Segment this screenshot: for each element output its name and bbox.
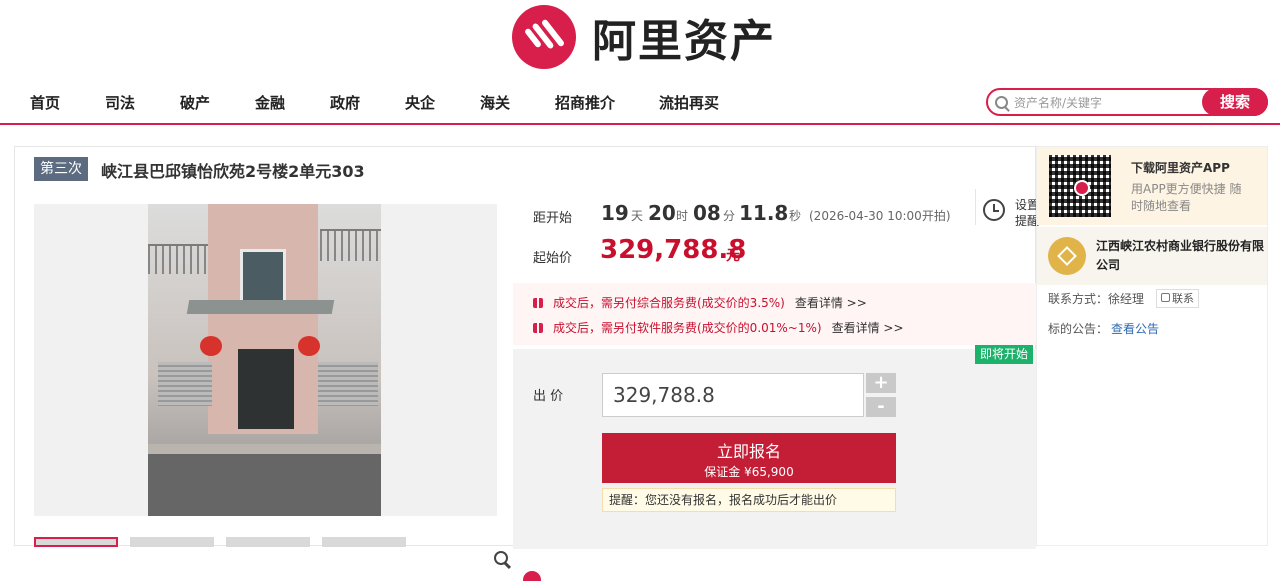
countdown-hours-unit: 时 [676, 209, 689, 223]
start-time-note: (2026-04-30 10:00开拍) [809, 209, 951, 223]
reminder-button[interactable]: 设置提醒 [983, 191, 1043, 231]
register-button[interactable]: 立即报名 保证金 ¥65,900 [602, 433, 896, 483]
app-download-desc: 用APP更方便快捷 随时随地查看 [1131, 182, 1242, 213]
phone-icon [1161, 293, 1170, 302]
search-box: 搜索 [986, 88, 1268, 116]
status-badge: 即将开始 [974, 345, 1033, 364]
countdown-minutes: 08 [693, 201, 721, 225]
gift-icon [533, 298, 543, 308]
search-button[interactable]: 搜索 [1202, 88, 1268, 116]
nav-item-customs[interactable]: 海关 [480, 92, 510, 113]
brand-logo[interactable]: 阿里资产 [512, 5, 776, 69]
start-price: 329,788.8 [600, 235, 747, 265]
brand-name: 阿里资产 [592, 16, 776, 67]
nav-item-judicial[interactable]: 司法 [105, 92, 135, 113]
brand-mark-icon [523, 571, 541, 581]
thumbnail[interactable] [130, 537, 214, 547]
nav-item-government[interactable]: 政府 [330, 92, 360, 113]
alarm-clock-icon [983, 199, 1005, 221]
divider [975, 189, 976, 225]
bid-amount-input[interactable] [602, 373, 864, 417]
nav-item-rebuy[interactable]: 流拍再买 [659, 92, 719, 113]
fee-item: 成交后，需另付软件服务费(成交价的0.01%~1%) 查看详情 >> [533, 319, 904, 336]
round-badge: 第三次 [34, 157, 88, 181]
thumbnail[interactable] [34, 537, 118, 547]
bank-logo-icon [1048, 237, 1086, 275]
fee-details-link[interactable]: 查看详情 >> [795, 296, 867, 310]
disposal-institution: 江西峡江农村商业银行股份有限公司 [1037, 227, 1267, 285]
nav-item-home[interactable]: 首页 [30, 92, 60, 113]
nav-item-soe[interactable]: 央企 [405, 92, 435, 113]
countdown-days: 19 [601, 201, 629, 225]
qr-code [1049, 155, 1111, 217]
nav-item-investment[interactable]: 招商推介 [555, 92, 615, 113]
app-download-box: 下载阿里资产APP 用APP更方便快捷 随时随地查看 [1037, 147, 1267, 225]
bid-box: 即将开始 出 价 + - 立即报名 保证金 ¥65,900 提醒：您还没有报名，… [513, 345, 1036, 549]
view-notice-link[interactable]: 查看公告 [1111, 320, 1159, 337]
register-label: 立即报名 [716, 442, 781, 461]
search-input[interactable] [1014, 93, 1184, 113]
sidebar: 下载阿里资产APP 用APP更方便快捷 随时随地查看 江西峡江农村商业银行股份有… [1036, 146, 1268, 546]
increase-bid-button[interactable]: + [866, 373, 896, 393]
bid-label: 出 价 [533, 389, 564, 404]
countdown-minutes-unit: 分 [723, 209, 736, 223]
nav-item-finance[interactable]: 金融 [255, 92, 285, 113]
property-photo [148, 204, 381, 516]
countdown-label: 距开始 [533, 211, 573, 226]
countdown-days-unit: 天 [631, 209, 644, 223]
countdown-hours: 20 [648, 201, 676, 225]
price-unit: 元 [726, 248, 740, 264]
thumbnail[interactable] [226, 537, 310, 547]
search-icon [995, 96, 1008, 109]
zoom-icon[interactable] [494, 551, 508, 565]
photo-viewer[interactable] [34, 204, 508, 565]
registration-tip: 提醒：您还没有报名，报名成功后才能出价 [602, 488, 896, 512]
notice-label: 标的公告： [1048, 322, 1109, 336]
countdown-seconds: 11.8 [739, 201, 789, 225]
thumbnail[interactable] [322, 537, 406, 547]
fee-notice: 成交后，需另付综合服务费(成交价的3.5%) 查看详情 >> 成交后，需另付软件服… [513, 283, 1036, 345]
deposit-amount: 保证金 ¥65,900 [704, 465, 794, 479]
start-price-label: 起始价 [533, 251, 573, 266]
app-download-title: 下载阿里资产APP [1131, 161, 1230, 175]
item-title: 峡江县巴邱镇怡欣苑2号楼2单元303 [101, 162, 365, 181]
nav-item-bankruptcy[interactable]: 破产 [180, 92, 210, 113]
fee-details-link[interactable]: 查看详情 >> [832, 321, 904, 335]
fee-item: 成交后，需另付综合服务费(成交价的3.5%) 查看详情 >> [533, 294, 867, 311]
decrease-bid-button[interactable]: - [866, 397, 896, 417]
auction-detail-panel: 第三次 峡江县巴邱镇怡欣苑2号楼2单元303 距开始 19 天 20 时 08 … [14, 146, 1039, 581]
countdown-seconds-unit: 秒 [789, 209, 802, 223]
gift-icon [533, 323, 543, 333]
contact-label: 联系方式：徐经理 [1048, 292, 1145, 306]
institution-name: 江西峡江农村商业银行股份有限公司 [1096, 239, 1265, 272]
contact-button[interactable]: 联系 [1156, 289, 1199, 308]
bid-info: 距开始 19 天 20 时 08 分 11.8 秒 (2026-04-30 10… [513, 183, 1039, 583]
brand-logo-icon [512, 5, 576, 69]
